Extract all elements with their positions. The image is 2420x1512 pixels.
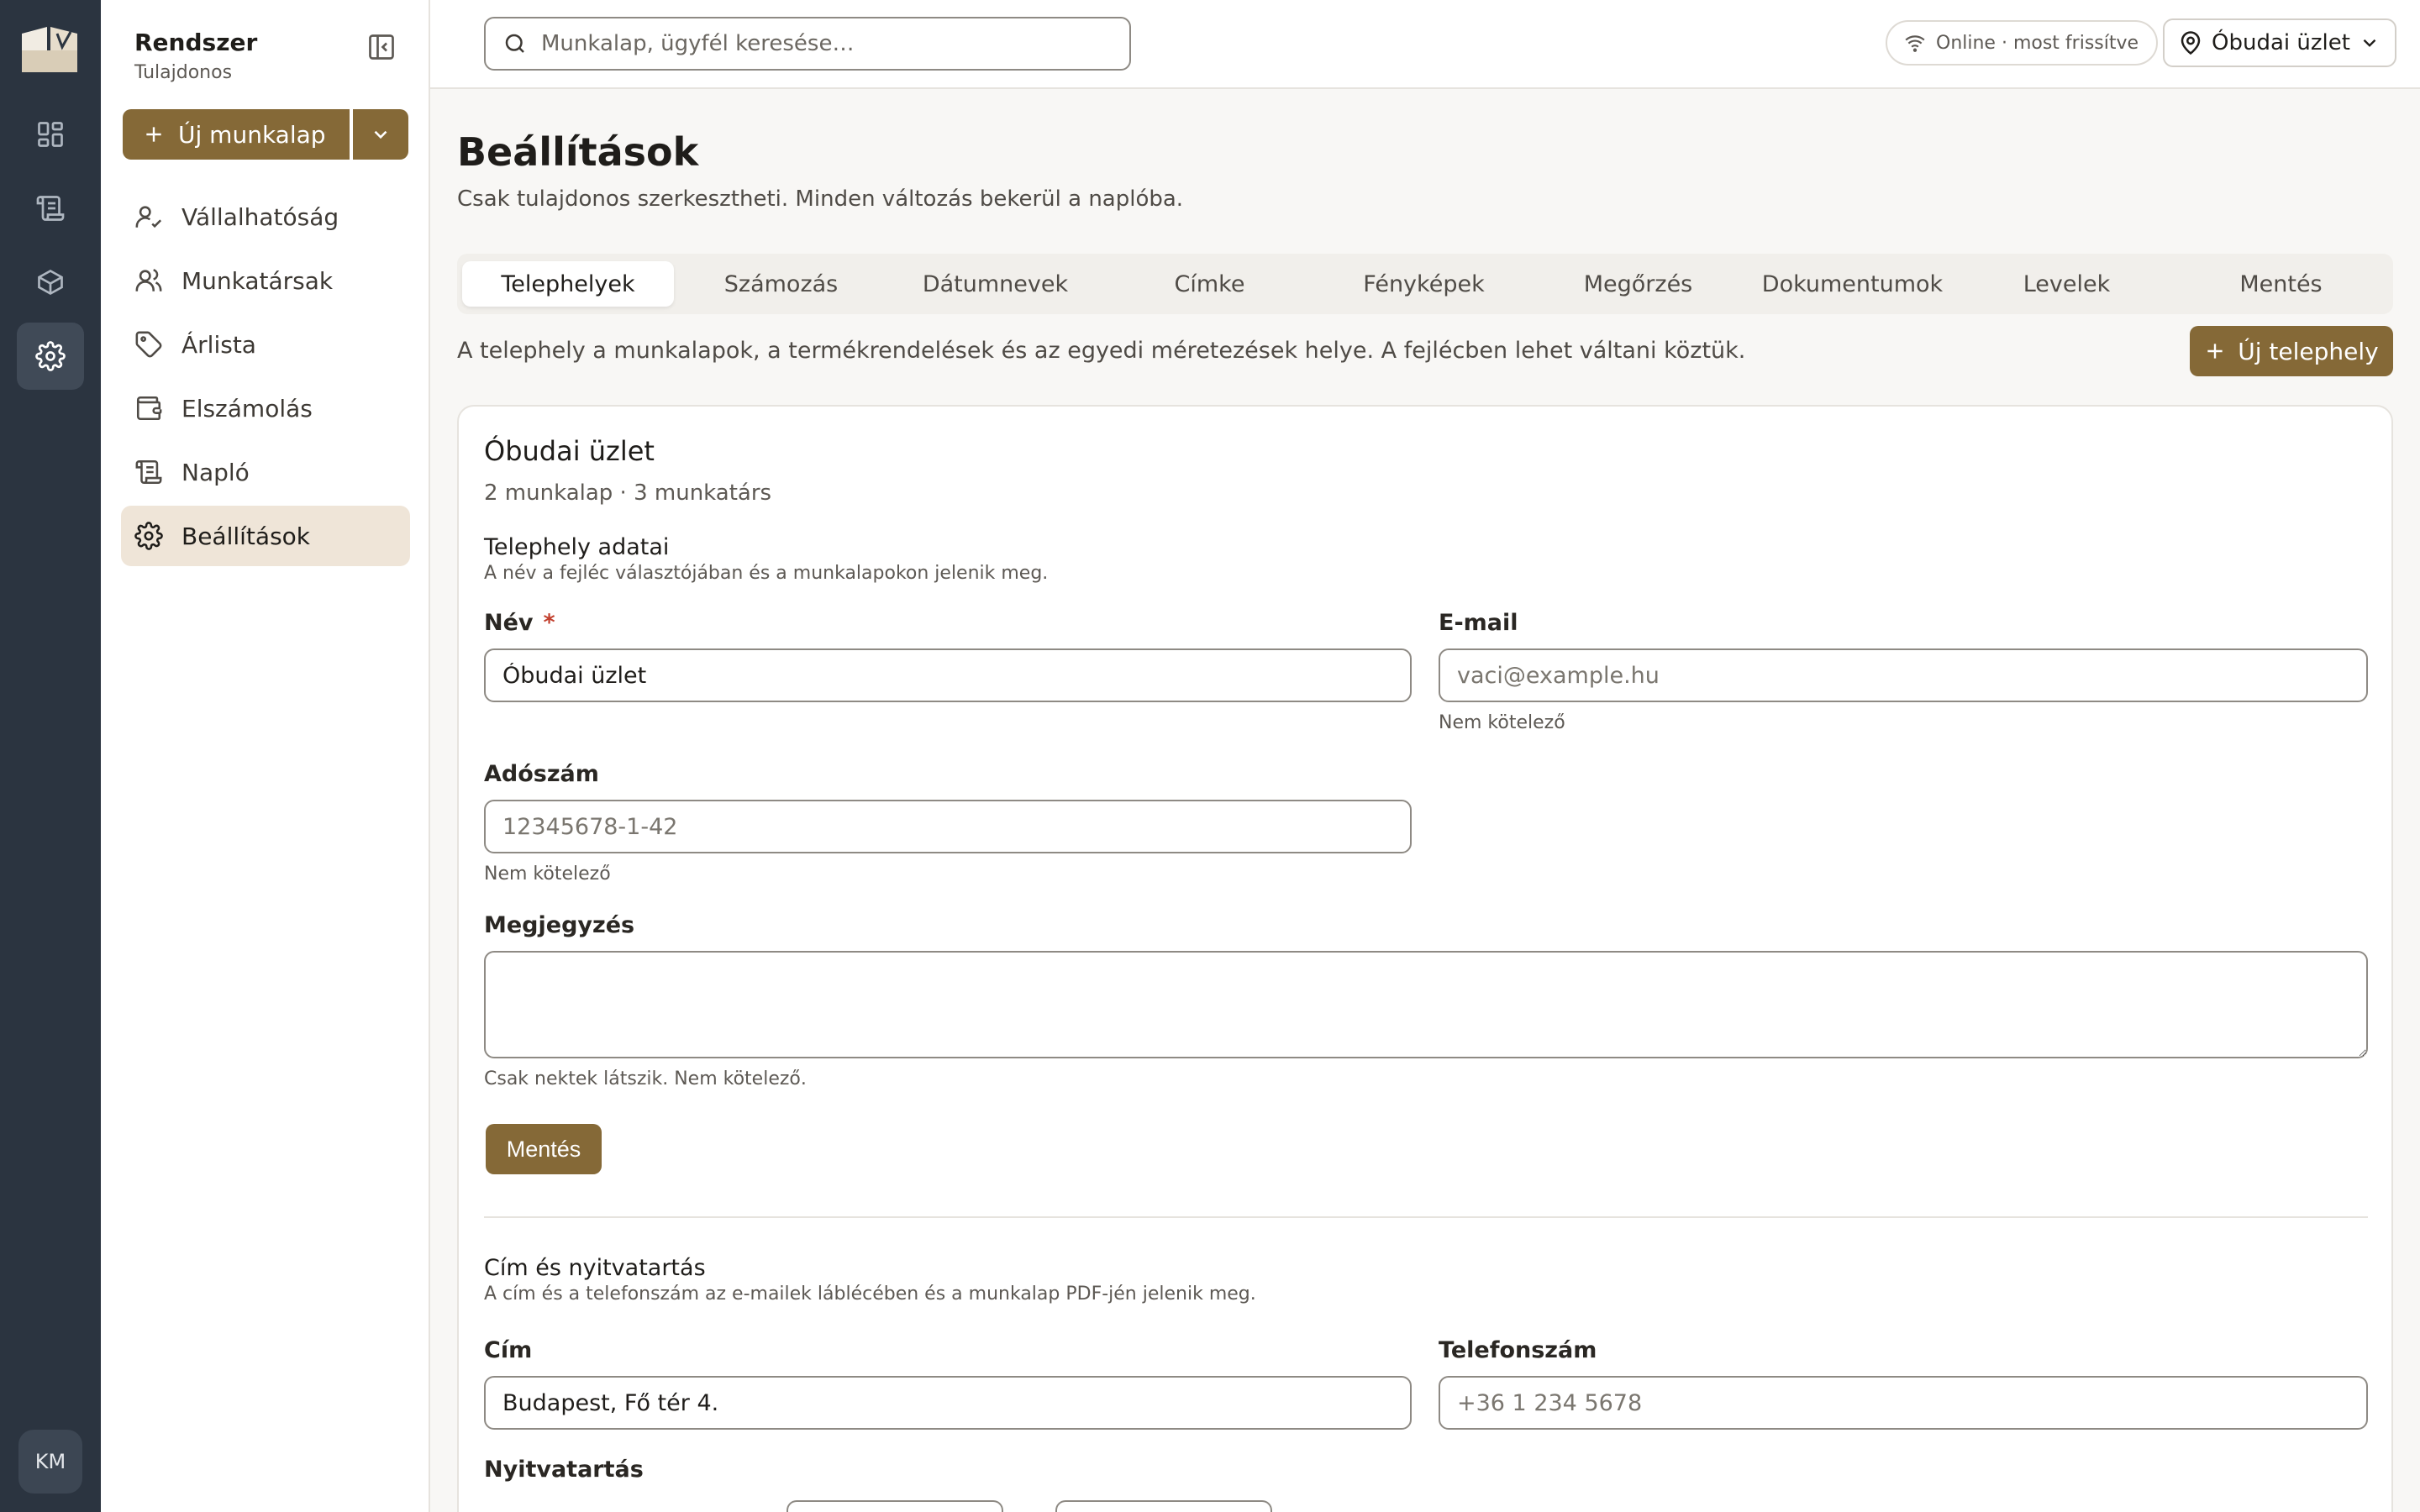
new-worksheet-menu-button[interactable] (353, 109, 408, 160)
rail-worksheets[interactable] (17, 175, 84, 242)
sidebar-collapse-icon (369, 34, 394, 60)
note-hint: Csak nektek látszik. Nem kötelező. (484, 1068, 807, 1089)
address-section-desc: A cím és a telefonszám az e-mailek láblé… (484, 1284, 1256, 1305)
gear-icon (35, 341, 66, 371)
email-field[interactable] (1439, 648, 2368, 702)
note-label: Megjegyzés (484, 912, 635, 938)
locations-intro: A telephely a munkalapok, a termékrendel… (457, 338, 1746, 364)
settings-tabs: Telephelyek Számozás Dátumnevek Címke Fé… (457, 254, 2393, 314)
location-select[interactable]: Óbudai üzlet (2163, 18, 2396, 67)
required-marker: * (543, 610, 555, 636)
scroll-icon (36, 196, 65, 221)
search-icon (505, 34, 524, 53)
address-section-title: Cím és nyitvatartás (484, 1255, 706, 1281)
map-pin-icon (2181, 31, 2201, 55)
new-worksheet-label: Új munkalap (178, 120, 326, 149)
location-name: Óbudai üzlet (484, 435, 655, 467)
gear-icon (134, 522, 163, 550)
tab-photos[interactable]: Fényképek (1317, 261, 1531, 307)
tab-date-names[interactable]: Dátumnevek (888, 261, 1102, 307)
sidebar-item-colleagues[interactable]: Munkatársak (121, 250, 410, 311)
tab-locations[interactable]: Telephelyek (462, 261, 674, 307)
tab-numbering[interactable]: Számozás (674, 261, 888, 307)
search-box[interactable] (484, 17, 1131, 71)
closing-time-field[interactable] (1055, 1500, 1272, 1512)
sidebar-item-label: Elszámolás (182, 394, 313, 423)
app-logo-icon[interactable] (18, 22, 81, 76)
sidebar-item-label: Vállalhatóság (182, 202, 339, 231)
sidebar-item-settings[interactable]: Beállítások (121, 506, 410, 566)
save-button[interactable]: Mentés (486, 1124, 602, 1174)
tag-icon (135, 331, 162, 358)
email-label: E-mail (1439, 610, 1518, 636)
phone-field[interactable] (1439, 1376, 2368, 1430)
org-role: Tulajdonos (134, 62, 233, 83)
new-location-label: Új telephely (2238, 337, 2379, 365)
tab-backup[interactable]: Mentés (2174, 261, 2388, 307)
section-divider (484, 1216, 2368, 1218)
rail-settings[interactable] (17, 323, 84, 390)
sidebar-item-label: Munkatársak (182, 266, 334, 295)
tab-retention[interactable]: Megőrzés (1531, 261, 1745, 307)
opening-hours-label: Nyitvatartás (484, 1457, 644, 1483)
user-check-icon (135, 206, 162, 228)
sidebar-item-billing[interactable]: Elszámolás (121, 378, 410, 438)
avatar[interactable]: KM (18, 1430, 82, 1494)
note-field[interactable] (484, 951, 2368, 1058)
page-title: Beállítások (457, 129, 699, 175)
tax-number-field[interactable] (484, 800, 1412, 853)
opening-time-field[interactable] (786, 1500, 1003, 1512)
page-subtitle: Csak tulajdonos szerkesztheti. Minden vá… (457, 186, 1184, 212)
sidebar-item-label: Árlista (182, 330, 256, 359)
sidebar-item-label: Beállítások (182, 522, 311, 550)
tax-label: Adószám (484, 761, 599, 787)
new-location-button[interactable]: Új telephely (2190, 326, 2393, 376)
collapse-sidebar-button[interactable] (366, 32, 397, 62)
address-label: Cím (484, 1337, 533, 1363)
name-field[interactable] (484, 648, 1412, 702)
tab-documents[interactable]: Dokumentumok (1745, 261, 1960, 307)
sidebar-item-log[interactable]: Napló (121, 442, 410, 502)
rail-dashboard[interactable] (17, 101, 84, 168)
plus-icon (146, 127, 161, 142)
plus-icon (2207, 344, 2223, 359)
sidebar-item-feasibility[interactable]: Vállalhatóság (121, 186, 410, 247)
sidebar-item-pricelist[interactable]: Árlista (121, 314, 410, 375)
sidebar: Rendszer Tulajdonos Új munkalap Vállalha… (101, 0, 430, 1512)
details-section-title: Telephely adatai (484, 534, 670, 560)
address-field[interactable] (484, 1376, 1412, 1430)
new-worksheet-button[interactable]: Új munkalap (123, 109, 350, 160)
phone-label: Telefonszám (1439, 1337, 1597, 1363)
location-meta: 2 munkalap · 3 munkatárs (484, 480, 772, 506)
email-hint: Nem kötelező (1439, 712, 1565, 733)
name-label: Név * (484, 610, 555, 636)
tab-label[interactable]: Címke (1102, 261, 1317, 307)
details-section-desc: A név a fejléc választójában és a munkal… (484, 563, 1049, 584)
wifi-icon (1905, 35, 1925, 52)
top-bar: Online · most frissítve Óbudai üzlet (430, 0, 2420, 89)
location-card: Óbudai üzlet 2 munkalap · 3 munkatárs Te… (457, 405, 2393, 1512)
tax-hint: Nem kötelező (484, 864, 611, 885)
app-rail: KM (0, 0, 101, 1512)
status-text: Online · most frissítve (1936, 32, 2139, 54)
users-icon (135, 269, 162, 291)
scroll-icon (135, 459, 162, 485)
org-name: Rendszer (134, 29, 258, 56)
sidebar-nav: Vállalhatóság Munkatársak Árlista Elszám… (121, 186, 410, 570)
rail-products[interactable] (17, 249, 84, 316)
status-badge: Online · most frissítve (1886, 20, 2158, 66)
chevron-down-icon (374, 130, 387, 139)
wallet-icon (136, 396, 162, 421)
dashboard-icon (38, 122, 63, 147)
tab-emails[interactable]: Levelek (1960, 261, 2174, 307)
box-icon (38, 269, 63, 296)
location-label: Óbudai üzlet (2212, 30, 2350, 55)
search-input[interactable] (541, 31, 1096, 56)
chevron-down-icon (2363, 39, 2376, 47)
sidebar-item-label: Napló (182, 458, 250, 486)
